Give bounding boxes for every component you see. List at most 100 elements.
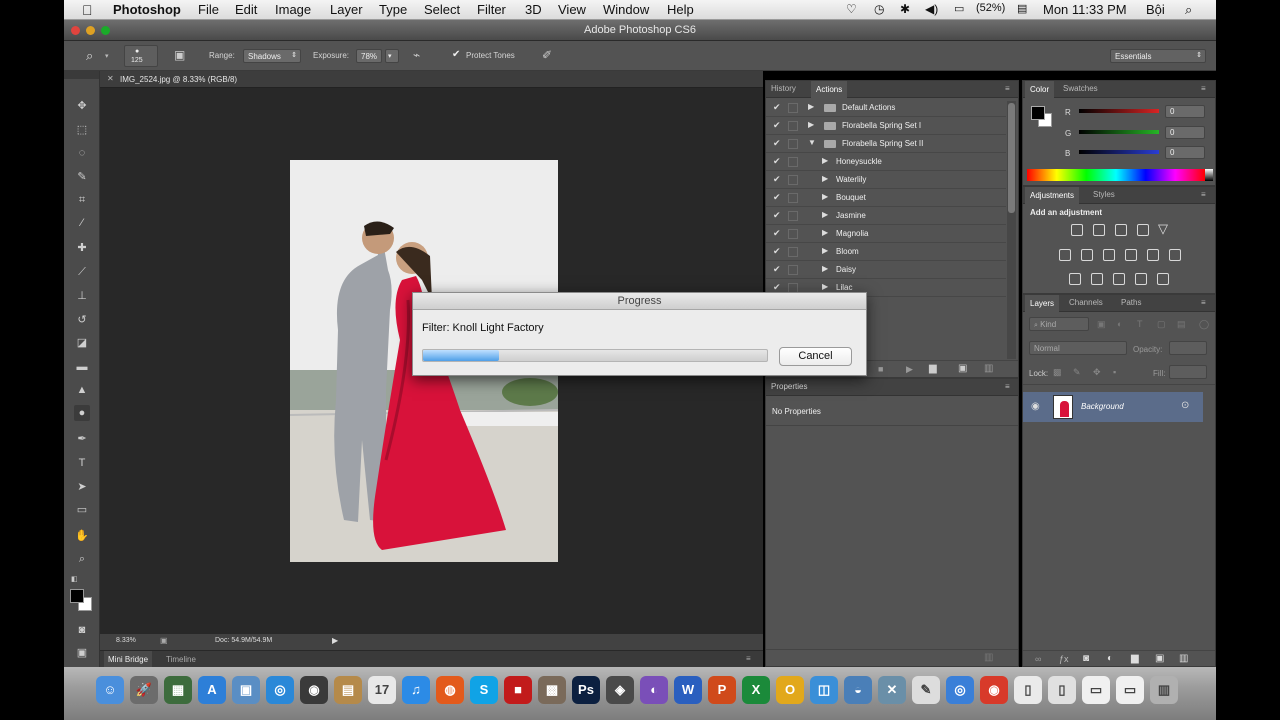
path-select-tool-icon[interactable]: ➤: [74, 479, 90, 495]
screen-mode-icon[interactable]: ▣: [74, 645, 90, 661]
check-icon[interactable]: ✔: [773, 174, 781, 185]
channel-g-slider[interactable]: [1079, 130, 1159, 134]
action-row[interactable]: ✔ ▶ Magnolia: [766, 225, 1006, 243]
menu-type[interactable]: Type: [379, 2, 407, 17]
tab-properties[interactable]: Properties: [771, 382, 807, 391]
app-store-icon[interactable]: A: [198, 676, 226, 704]
powerpoint-icon[interactable]: P: [708, 676, 736, 704]
foreground-color-swatch[interactable]: [70, 589, 84, 603]
channel-r-input[interactable]: 0: [1165, 105, 1205, 118]
tab-adjustments[interactable]: Adjustments: [1025, 187, 1080, 204]
delete-icon[interactable]: ▥: [984, 363, 993, 374]
expand-arrow-icon[interactable]: ▶: [822, 264, 828, 273]
chrome-icon[interactable]: ◉: [980, 676, 1008, 704]
dialog-toggle[interactable]: [788, 103, 798, 113]
menu-view[interactable]: View: [558, 2, 586, 17]
check-icon[interactable]: ✔: [773, 264, 781, 275]
color-lookup-icon[interactable]: [1169, 249, 1181, 261]
dialog-toggle[interactable]: [788, 193, 798, 203]
photoshop-icon[interactable]: Ps: [572, 676, 600, 704]
office-icon[interactable]: ◫: [810, 676, 838, 704]
black-white-icon[interactable]: [1103, 249, 1115, 261]
apple-menu-icon[interactable]: : [82, 2, 93, 18]
channel-g-input[interactable]: 0: [1165, 126, 1205, 139]
dodge-tool-icon[interactable]: ●: [74, 405, 90, 421]
color-spectrum-ramp[interactable]: [1027, 169, 1205, 181]
gradient-tool-icon[interactable]: ▬: [74, 359, 90, 375]
panel-menu-icon[interactable]: ≡: [1201, 84, 1206, 93]
layer-style-icon[interactable]: ƒx: [1059, 654, 1069, 664]
invert-icon[interactable]: [1069, 273, 1081, 285]
actions-scrollbar[interactable]: [1007, 101, 1016, 359]
tab-channels[interactable]: Channels: [1069, 298, 1103, 307]
check-icon[interactable]: ✔: [773, 120, 781, 131]
expand-arrow-icon[interactable]: ▶: [822, 210, 828, 219]
folder-stack-icon[interactable]: ▭: [1116, 676, 1144, 704]
expand-arrow-icon[interactable]: ▶: [808, 120, 814, 129]
browser-icon[interactable]: ◎: [946, 676, 974, 704]
preset-dropdown-icon[interactable]: ▾: [105, 52, 109, 60]
doc-preview-icon[interactable]: ▯: [1048, 676, 1076, 704]
workspace-switcher[interactable]: Essentials ⇕: [1110, 49, 1206, 63]
action-row[interactable]: ✔ ▶ Daisy: [766, 261, 1006, 279]
dialog-toggle[interactable]: [788, 157, 798, 167]
channel-b-slider[interactable]: [1079, 150, 1159, 154]
check-icon[interactable]: ✔: [773, 228, 781, 239]
new-adjustment-icon[interactable]: ◐: [1107, 653, 1113, 664]
tools-panel-header[interactable]: [64, 71, 99, 79]
brush-size-picker[interactable]: ● 125: [124, 45, 158, 67]
filter-toggle-icon[interactable]: ◯: [1199, 319, 1209, 330]
user-name[interactable]: Bội: [1146, 2, 1165, 17]
safari-icon[interactable]: ◎: [266, 676, 294, 704]
facetime-icon[interactable]: ◉: [300, 676, 328, 704]
link-layers-icon[interactable]: ∞: [1035, 654, 1041, 664]
tool-preset-icon[interactable]: ⌕: [86, 48, 93, 64]
expand-arrow-icon[interactable]: ▶: [822, 246, 828, 255]
check-icon[interactable]: ✔: [773, 138, 781, 149]
channel-r-slider[interactable]: [1079, 109, 1159, 113]
tab-mini-bridge[interactable]: Mini Bridge: [104, 651, 153, 667]
color-balance-icon[interactable]: [1081, 249, 1093, 261]
status-icon[interactable]: ♡: [846, 2, 857, 16]
progress-dialog-titlebar[interactable]: Progress: [413, 293, 866, 310]
default-colors-icon[interactable]: ◧: [71, 575, 78, 583]
spotlight-search-icon[interactable]: ⌕: [1185, 2, 1192, 18]
cancel-button[interactable]: Cancel: [779, 347, 852, 366]
finder-icon[interactable]: ☺: [96, 676, 124, 704]
tab-styles[interactable]: Styles: [1093, 190, 1115, 199]
type-tool-icon[interactable]: T: [74, 455, 90, 471]
document-icon[interactable]: ▯: [1014, 676, 1042, 704]
menu-file[interactable]: File: [198, 2, 219, 17]
eraser-tool-icon[interactable]: ◪: [74, 335, 90, 351]
action-row[interactable]: ✔ ▼ Florabella Spring Set II: [766, 135, 1006, 153]
zoom-level[interactable]: 8.33%: [116, 637, 136, 644]
brightness-contrast-icon[interactable]: [1071, 224, 1083, 236]
clock[interactable]: Mon 11:33 PM: [1043, 2, 1127, 17]
new-layer-icon[interactable]: ▣: [1155, 653, 1164, 664]
action-row[interactable]: ✔ ▶ Default Actions: [766, 99, 1006, 117]
photo-booth-icon[interactable]: ◈: [606, 676, 634, 704]
filter-shape-icon[interactable]: ▢: [1157, 319, 1166, 330]
panel-menu-icon[interactable]: ≡: [1201, 190, 1206, 199]
range-select[interactable]: Shadows ⇕: [243, 49, 301, 63]
battery-icon[interactable]: ▭: [954, 2, 964, 15]
skype-icon[interactable]: S: [470, 676, 498, 704]
brush-tool-icon[interactable]: ⟋: [74, 264, 90, 280]
preview-icon[interactable]: ▣: [232, 676, 260, 704]
healing-brush-tool-icon[interactable]: ✚: [74, 240, 90, 256]
dialog-toggle[interactable]: [788, 265, 798, 275]
lock-all-icon[interactable]: ▪: [1113, 367, 1116, 377]
lasso-tool-icon[interactable]: ◌: [74, 145, 90, 161]
filter-smart-icon[interactable]: ▤: [1177, 319, 1186, 330]
app-menu[interactable]: Photoshop: [113, 2, 181, 17]
panel-menu-icon[interactable]: ≡: [1005, 382, 1010, 391]
hue-saturation-icon[interactable]: [1059, 249, 1071, 261]
play-icon[interactable]: ▶: [906, 364, 913, 375]
dialog-toggle[interactable]: [788, 229, 798, 239]
launchpad-icon[interactable]: 🚀: [130, 676, 158, 704]
tab-history[interactable]: History: [771, 84, 796, 93]
exposure-icon[interactable]: [1137, 224, 1149, 236]
action-row[interactable]: ✔ ▶ Bouquet: [766, 189, 1006, 207]
photo-filter-icon[interactable]: [1125, 249, 1137, 261]
menu-filter[interactable]: Filter: [477, 2, 506, 17]
